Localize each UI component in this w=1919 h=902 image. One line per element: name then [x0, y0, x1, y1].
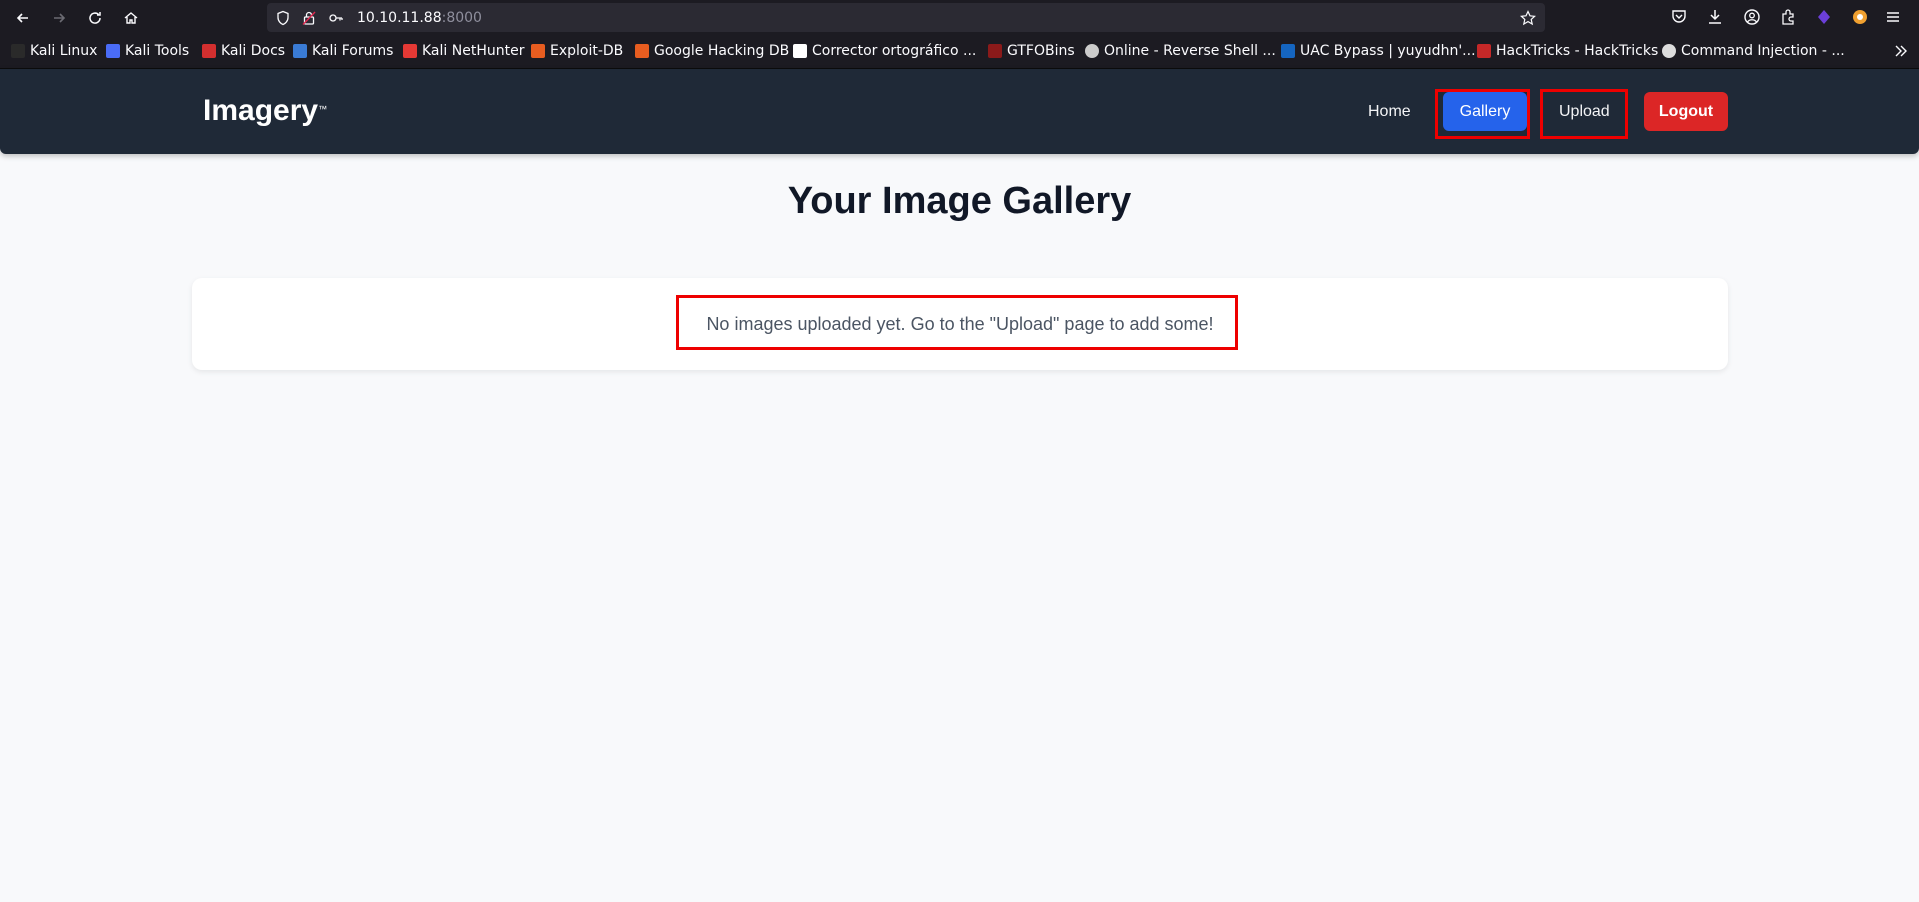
reload-icon[interactable]	[83, 6, 107, 30]
account-icon[interactable]	[1743, 8, 1761, 26]
ghdb-icon	[635, 44, 649, 58]
back-icon[interactable]	[11, 6, 35, 30]
bookmark-label: HackTricks - HackTricks	[1496, 43, 1659, 59]
highlight-box-upload	[1540, 89, 1628, 139]
uac-bypass-icon	[1281, 44, 1295, 58]
bookmark-label: Command Injection - ...	[1681, 43, 1845, 59]
command-injection-icon	[1662, 44, 1676, 58]
extensions-icon[interactable]	[1779, 8, 1797, 26]
bookmark-reverse-shell[interactable]: Online - Reverse Shell ...	[1085, 43, 1276, 59]
bookmark-kali-nethunter[interactable]: Kali NetHunter	[403, 43, 524, 59]
menu-icon[interactable]	[1884, 8, 1902, 26]
shield-icon[interactable]	[275, 10, 291, 26]
logo-trademark: ™	[318, 104, 328, 114]
bookmark-label: Exploit-DB	[550, 43, 624, 59]
corrector-icon	[793, 44, 807, 58]
kali-forums-icon	[293, 44, 307, 58]
extension-purple-icon[interactable]	[1815, 8, 1833, 26]
lock-insecure-icon[interactable]	[301, 10, 317, 26]
highlight-box-gallery	[1435, 89, 1530, 139]
hacktricks-icon	[1477, 44, 1491, 58]
url-port: :8000	[441, 10, 482, 26]
kali-docs-icon	[202, 44, 216, 58]
bookmark-label: UAC Bypass | yuyudhn'...	[1300, 43, 1476, 59]
site-logo[interactable]: Imagery™	[203, 94, 327, 128]
pocket-icon[interactable]	[1670, 8, 1688, 26]
bookmark-gtfobins[interactable]: GTFOBins	[988, 43, 1075, 59]
bookmark-label: Kali Tools	[125, 43, 190, 59]
logo-text: Imagery	[203, 94, 319, 127]
bookmark-corrector[interactable]: Corrector ortográfico ...	[793, 43, 976, 59]
url-host: 10.10.11.88	[357, 10, 442, 26]
bookmark-kali-linux[interactable]: Kali Linux	[11, 43, 97, 59]
key-icon[interactable]	[328, 10, 344, 26]
nav-home-link[interactable]: Home	[1368, 103, 1411, 121]
bookmark-star-icon[interactable]	[1520, 10, 1536, 26]
home-icon[interactable]	[119, 6, 143, 30]
extension-burp-icon[interactable]	[1851, 8, 1869, 26]
highlight-box-empty-message	[676, 295, 1238, 350]
skull-icon	[1085, 44, 1099, 58]
kali-tools-icon	[106, 44, 120, 58]
bookmark-command-injection[interactable]: Command Injection - ...	[1662, 43, 1845, 59]
bookmark-label: Google Hacking DB	[654, 43, 790, 59]
browser-toolbar: 10.10.11.88:8000	[0, 0, 1919, 35]
bookmark-kali-docs[interactable]: Kali Docs	[202, 43, 285, 59]
bookmarks-bar: Kali Linux Kali Tools Kali Docs Kali For…	[0, 35, 1919, 69]
kali-nethunter-icon	[403, 44, 417, 58]
forward-icon[interactable]	[47, 6, 71, 30]
logout-button[interactable]: Logout	[1644, 92, 1728, 131]
bookmark-label: Kali Docs	[221, 43, 286, 59]
bookmark-uac-bypass[interactable]: UAC Bypass | yuyudhn'...	[1281, 43, 1476, 59]
bookmark-label: Kali Linux	[30, 43, 98, 59]
bookmark-kali-tools[interactable]: Kali Tools	[106, 43, 189, 59]
page-title: Your Image Gallery	[787, 180, 1132, 222]
bookmark-exploit-db[interactable]: Exploit-DB	[531, 43, 623, 59]
bookmark-label: Kali Forums	[312, 43, 394, 59]
bookmark-google-hacking-db[interactable]: Google Hacking DB	[635, 43, 789, 59]
bookmark-kali-forums[interactable]: Kali Forums	[293, 43, 393, 59]
bookmark-label: Online - Reverse Shell ...	[1104, 43, 1276, 59]
bookmark-hacktricks[interactable]: HackTricks - HackTricks	[1477, 43, 1658, 59]
url-text[interactable]: 10.10.11.88:8000	[357, 10, 482, 26]
exploit-db-icon	[531, 44, 545, 58]
bookmark-label: Kali NetHunter	[422, 43, 525, 59]
bookmark-label: GTFOBins	[1007, 43, 1075, 59]
chevron-double-right-icon[interactable]	[1893, 43, 1909, 64]
kali-dragon-icon	[11, 44, 25, 58]
gtfobins-icon	[988, 44, 1002, 58]
download-icon[interactable]	[1706, 8, 1724, 26]
url-bar[interactable]: 10.10.11.88:8000	[267, 3, 1545, 32]
bookmark-label: Corrector ortográfico ...	[812, 43, 977, 59]
site-header: Imagery™ Home Gallery Upload Logout	[0, 69, 1919, 154]
